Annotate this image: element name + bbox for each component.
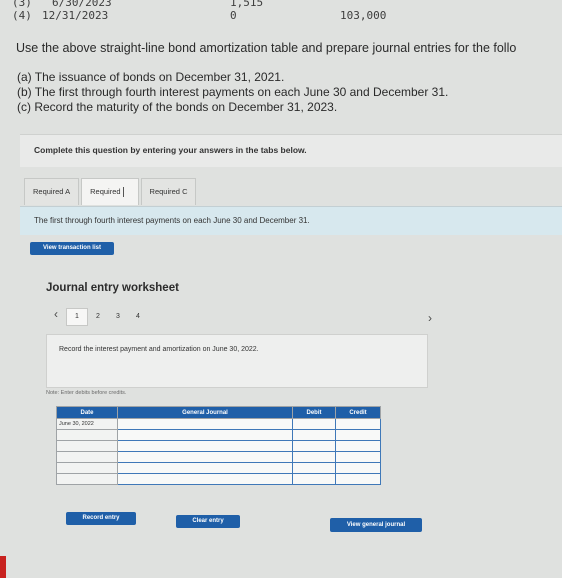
account-header: General Journal [117, 406, 293, 419]
journal-table: Date General Journal Debit Credit June 3… [56, 406, 381, 485]
account-field[interactable] [117, 462, 293, 474]
text-cursor-icon [122, 187, 130, 198]
account-field[interactable] [117, 451, 293, 463]
date-cell [56, 462, 118, 474]
page-selector: 1 2 3 4 [66, 308, 148, 326]
chevron-right-icon[interactable]: › [428, 311, 432, 325]
account-field[interactable] [117, 473, 293, 485]
account-field[interactable] [117, 429, 293, 441]
table-row [56, 429, 381, 441]
date-cell [56, 451, 118, 463]
record-entry-button[interactable]: Record entry [66, 512, 136, 525]
tab-required-b[interactable]: Required [81, 178, 139, 205]
debit-field[interactable] [292, 462, 336, 474]
row-value: 1,515 [230, 0, 264, 9]
row-value: 0 [230, 9, 237, 22]
tab-description: The first through fourth interest paymen… [20, 206, 562, 235]
page-1[interactable]: 1 [66, 308, 88, 326]
table-row [56, 473, 381, 485]
date-cell [56, 429, 118, 441]
debit-field[interactable] [292, 418, 336, 430]
debit-field[interactable] [292, 429, 336, 441]
chevron-left-icon[interactable]: ‹ [54, 307, 58, 321]
row-date: 12/31/2023 [42, 9, 109, 22]
row-value: 103,000 [340, 9, 387, 22]
problem-item-b: (b) The first through fourth interest pa… [17, 85, 449, 99]
credit-field[interactable] [335, 462, 381, 474]
date-cell[interactable]: June 30, 2022 [56, 418, 118, 430]
account-field[interactable] [117, 418, 293, 430]
entry-instruction-box: Record the interest payment and amortiza… [46, 334, 428, 388]
journal-header-row: Date General Journal Debit Credit [56, 406, 381, 419]
credit-field[interactable] [335, 440, 381, 452]
table-row [56, 462, 381, 474]
account-field[interactable] [117, 440, 293, 452]
tab-label: Required C [149, 187, 188, 196]
page-3[interactable]: 3 [108, 309, 128, 325]
banner-text: Complete this question by entering your … [34, 145, 307, 155]
credit-field[interactable] [335, 473, 381, 485]
credit-field[interactable] [335, 429, 381, 441]
row-number: (3) [12, 0, 32, 9]
row-number: (4) [12, 9, 32, 22]
clear-entry-button[interactable]: Clear entry [176, 515, 240, 528]
worksheet-title: Journal entry worksheet [46, 282, 179, 294]
debit-field[interactable] [292, 451, 336, 463]
date-cell [56, 440, 118, 452]
entry-instruction: Record the interest payment and amortiza… [59, 346, 259, 353]
tab-required-a[interactable]: Required A [24, 178, 80, 205]
row-date: 6/30/2023 [52, 0, 112, 9]
table-row-4: (4) 12/31/2023 0 103,000 [12, 9, 432, 23]
debit-field[interactable] [292, 473, 336, 485]
debit-header: Debit [292, 406, 336, 419]
red-edge-marker [0, 556, 6, 578]
problem-item-a: (a) The issuance of bonds on December 31… [17, 70, 285, 84]
instructions-banner: Complete this question by entering your … [20, 134, 562, 167]
table-row [56, 440, 381, 452]
page-2[interactable]: 2 [88, 309, 108, 325]
credit-field[interactable] [335, 451, 381, 463]
tab-bar: Required A Required Required C [24, 178, 197, 205]
table-row-3: (3) 6/30/2023 1,515 [12, 0, 432, 9]
view-transaction-list-button[interactable]: View transaction list [30, 242, 114, 255]
tab-description-text: The first through fourth interest paymen… [34, 216, 310, 225]
table-row: June 30, 2022 [56, 418, 381, 430]
page-4[interactable]: 4 [128, 309, 148, 325]
debit-field[interactable] [292, 440, 336, 452]
credit-field[interactable] [335, 418, 381, 430]
problem-item-c: (c) Record the maturity of the bonds on … [17, 100, 338, 114]
credit-header: Credit [335, 406, 381, 419]
date-cell [56, 473, 118, 485]
problem-intro: Use the above straight-line bond amortiz… [16, 41, 517, 55]
view-general-journal-button[interactable]: View general journal [330, 518, 422, 532]
entry-note: Note: Enter debits before credits. [46, 390, 127, 396]
tab-required-c[interactable]: Required C [140, 178, 197, 205]
tab-label: Required A [33, 187, 71, 196]
table-row [56, 451, 381, 463]
date-header: Date [56, 406, 118, 419]
tab-label: Required [90, 187, 121, 196]
